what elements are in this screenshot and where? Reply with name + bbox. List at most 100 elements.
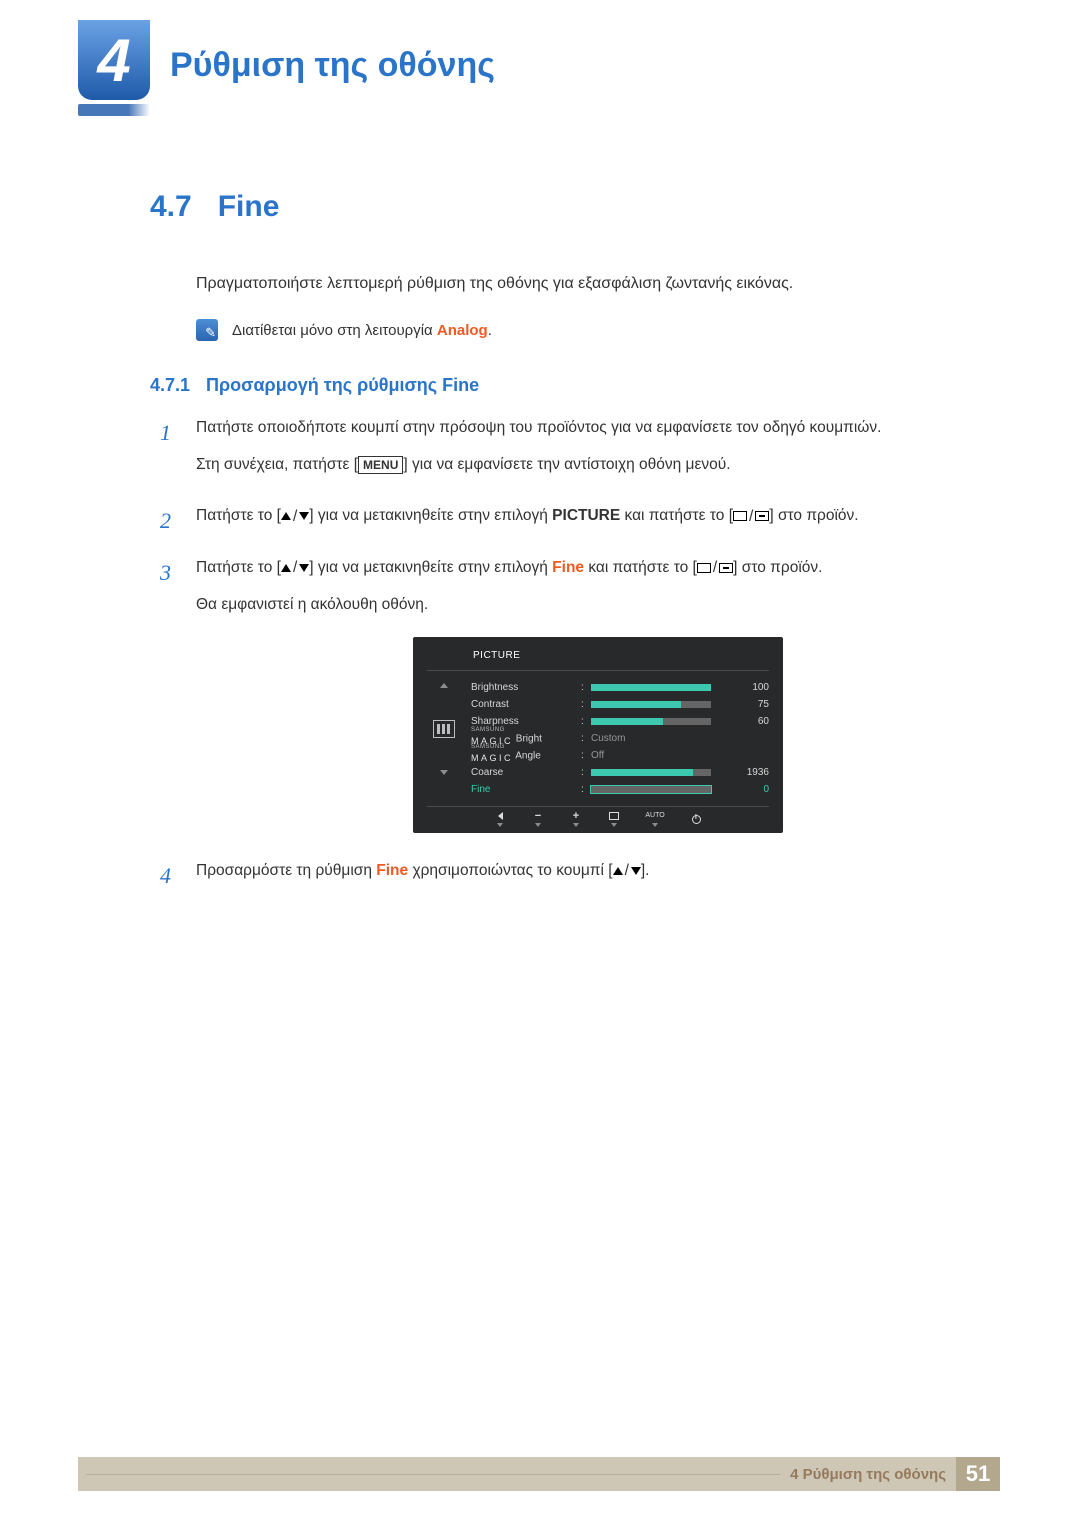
menu-key: MENU: [358, 456, 403, 474]
colon: :: [581, 781, 591, 799]
triangle-up-icon: [613, 867, 623, 875]
osd-bar: [591, 701, 711, 708]
step-1-sub-b: ] για να εμφανίσετε την αντίστοιχη οθόνη…: [403, 456, 730, 473]
step-2-a: Πατήστε το [: [196, 507, 281, 524]
subsection-heading: 4.7.1 Προσαρμογή της ρύθμισης Fine: [150, 375, 1000, 396]
power-icon: [692, 815, 701, 824]
chapter-number: 4: [97, 26, 130, 95]
osd-body: Brightness: 100 Contrast: 75 Sharpness:: [427, 671, 769, 798]
subsection-number: 4.7.1: [150, 375, 190, 396]
osd-nav-plus: +: [561, 811, 591, 827]
osd-value: 1936: [711, 764, 769, 782]
enter-icon: [755, 511, 769, 521]
osd-bar: [591, 718, 711, 725]
scroll-down-icon: [440, 770, 448, 775]
osd-panel: PICTURE Brightness: 100: [413, 637, 783, 834]
note-suffix: .: [488, 322, 492, 339]
rect-icon: [733, 511, 747, 521]
content: 4.7 Fine Πραγματοποιήστε λεπτομερή ρύθμι…: [150, 190, 1000, 908]
step-3-after: Θα εμφανιστεί η ακόλουθη οθόνη.: [196, 591, 1000, 618]
source-enter-icon: /: [733, 503, 769, 530]
chapter-number-badge: 4: [78, 20, 150, 100]
osd-label: Brightness: [471, 679, 581, 697]
colon: :: [581, 730, 591, 748]
osd-bar-fill: [591, 769, 693, 776]
magic-sup: SAMSUNG: [471, 744, 513, 750]
step-number: 2: [160, 502, 171, 541]
triangle-down-icon: [631, 867, 641, 875]
step-1-sub: Στη συνέχεια, πατήστε [MENU] για να εμφα…: [196, 451, 1000, 478]
osd-rows: Brightness: 100 Contrast: 75 Sharpness:: [471, 679, 769, 798]
step-1-sub-a: Στη συνέχεια, πατήστε [: [196, 456, 358, 473]
note-icon: [196, 319, 218, 341]
step-3-d: ] στο προϊόν.: [733, 559, 822, 576]
colon: :: [581, 696, 591, 714]
step-2: 2 Πατήστε το [/] για να μετακινηθείτε στ…: [160, 502, 1000, 553]
marker-icon: [497, 823, 503, 827]
osd-label: Coarse: [471, 764, 581, 782]
triangle-down-icon: [299, 512, 309, 520]
note-prefix: Διατίθεται μόνο στη λειτουργία: [232, 322, 437, 339]
step-2-c: και πατήστε το [: [620, 507, 733, 524]
triangle-up-icon: [281, 512, 291, 520]
section-lead: Πραγματοποιήστε λεπτομερή ρύθμιση της οθ…: [196, 270, 1000, 297]
osd-row-magic-angle: SAMSUNGMAGIC Angle: Off: [471, 747, 769, 764]
osd-value: 0: [711, 781, 769, 799]
step-2-b: ] για να μετακινηθείτε στην επιλογή: [309, 507, 552, 524]
step-1: 1 Πατήστε οποιοδήποτε κουμπί στην πρόσοψ…: [160, 414, 1000, 502]
osd-row-coarse: Coarse: 1936: [471, 764, 769, 781]
page: 4 Ρύθμιση της οθόνης 4.7 Fine Πραγματοπο…: [0, 0, 1080, 1527]
source-enter-icon: /: [697, 554, 733, 581]
marker-icon: [573, 823, 579, 827]
section-heading: 4.7 Fine: [150, 190, 1000, 224]
marker-icon: [535, 823, 541, 827]
osd-nav-minus: −: [523, 811, 553, 827]
step-3-b: ] για να μετακινηθείτε στην επιλογή: [309, 559, 552, 576]
fine-bold: Fine: [552, 559, 584, 576]
triangle-up-icon: [281, 564, 291, 572]
step-4-c: ].: [641, 862, 650, 879]
osd-value: 60: [711, 713, 769, 731]
osd-value: 100: [711, 679, 769, 697]
rect-icon: [697, 563, 711, 573]
triangle-left-icon: [498, 812, 503, 820]
footer-label: 4 Ρύθμιση της οθόνης: [790, 1466, 956, 1483]
page-footer: 4 Ρύθμιση της οθόνης 51: [78, 1457, 1000, 1491]
picture-bold: PICTURE: [552, 507, 620, 524]
auto-label: AUTO: [645, 810, 664, 822]
osd-title: PICTURE: [427, 647, 769, 672]
step-4: 4 Προσαρμόστε τη ρύθμιση Fine χρησιμοποι…: [160, 857, 1000, 908]
magic-tail: Bright: [513, 733, 542, 744]
marker-icon: [611, 823, 617, 827]
osd-bar: [591, 786, 711, 793]
osd-bar-fill: [591, 684, 711, 691]
osd-label: Contrast: [471, 696, 581, 714]
step-1-text: Πατήστε οποιοδήποτε κουμπί στην πρόσοψη …: [196, 419, 881, 436]
step-4-a: Προσαρμόστε τη ρύθμιση: [196, 862, 376, 879]
osd-textvalue: Off: [591, 747, 604, 765]
up-down-icon: /: [281, 554, 309, 581]
step-4-b: χρησιμοποιώντας το κουμπί [: [408, 862, 612, 879]
osd-bar: [591, 769, 711, 776]
note: Διατίθεται μόνο στη λειτουργία Analog.: [196, 319, 1000, 341]
step-number: 4: [160, 857, 171, 896]
fine-bold: Fine: [376, 862, 408, 879]
section-title: Fine: [218, 190, 280, 224]
footer-line: [86, 1474, 780, 1475]
osd-value: 75: [711, 696, 769, 714]
osd-bar: [591, 684, 711, 691]
triangle-down-icon: [299, 564, 309, 572]
step-3: 3 Πατήστε το [/] για να μετακινηθείτε στ…: [160, 554, 1000, 857]
colon: :: [581, 747, 591, 765]
magic-sup: SAMSUNG: [471, 727, 513, 733]
page-title: Ρύθμιση της οθόνης: [170, 46, 495, 85]
up-down-icon: /: [281, 503, 309, 530]
osd-row-contrast: Contrast: 75: [471, 696, 769, 713]
step-number: 1: [160, 414, 171, 453]
osd-row-brightness: Brightness: 100: [471, 679, 769, 696]
subsection-title: Προσαρμογή της ρύθμισης Fine: [206, 375, 479, 396]
section-number: 4.7: [150, 190, 192, 224]
colon: :: [581, 713, 591, 731]
magic-tail: Angle: [513, 750, 541, 761]
scroll-up-icon: [440, 683, 448, 688]
